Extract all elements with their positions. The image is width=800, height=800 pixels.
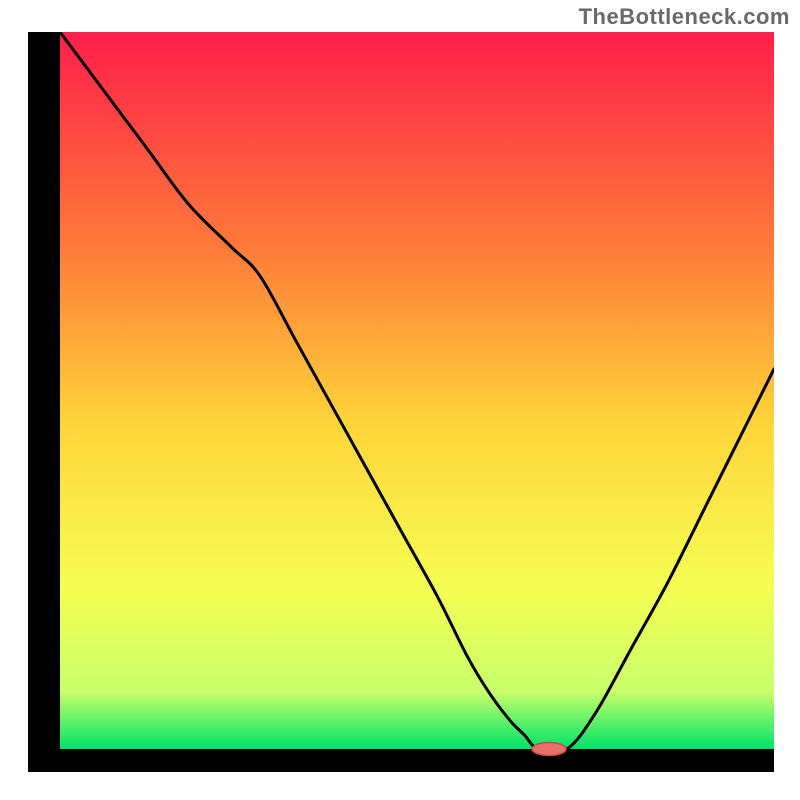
gradient-background — [60, 32, 774, 749]
optimal-marker — [532, 743, 566, 756]
plot-area — [28, 32, 774, 772]
chart-frame: TheBottleneck.com — [0, 0, 800, 800]
chart-svg — [28, 32, 774, 772]
watermark-text: TheBottleneck.com — [579, 4, 790, 30]
